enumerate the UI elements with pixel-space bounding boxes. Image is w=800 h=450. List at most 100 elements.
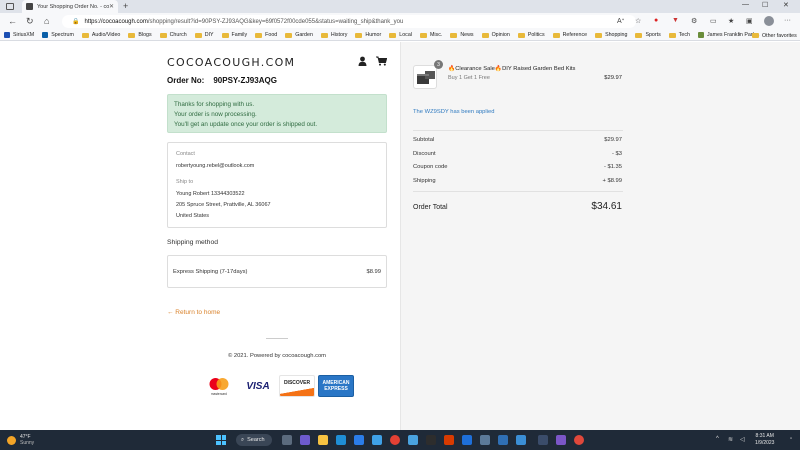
- taskbar: 47°F Sunny ⌕ Search ^ ≋ ◁ 8:31 AM 1/9/202…: [0, 430, 800, 450]
- store-icon[interactable]: [354, 435, 364, 445]
- home-button[interactable]: ⌂: [44, 16, 49, 26]
- minimize-icon[interactable]: —: [742, 1, 749, 8]
- bookmark-folder[interactable]: History: [320, 32, 347, 38]
- back-button[interactable]: ←: [8, 16, 17, 26]
- app-icon[interactable]: [480, 435, 490, 445]
- browser-tab[interactable]: Your Shopping Order No. - coco ✕: [22, 0, 118, 13]
- windows-start-icon[interactable]: [216, 435, 226, 445]
- teams-icon[interactable]: [300, 435, 310, 445]
- taskbar-clock[interactable]: 8:31 AM 1/9/2023: [755, 433, 774, 447]
- shipping-method-name: Express Shipping (7-17days): [173, 269, 248, 275]
- tray-chevron-icon[interactable]: ^: [716, 436, 719, 442]
- bookmark-folder[interactable]: Misc.: [419, 32, 442, 38]
- refresh-button[interactable]: ↻: [26, 16, 34, 27]
- return-home-link[interactable]: ← Return to home: [167, 309, 220, 316]
- bookmark-folder[interactable]: Local: [389, 32, 412, 38]
- url-field[interactable]: 🔒 https://cocoacough.com/shopping/result…: [62, 15, 636, 28]
- order-total-label: Order Total: [413, 204, 448, 211]
- folder-icon: [481, 32, 489, 38]
- profile-avatar[interactable]: [764, 16, 774, 26]
- volume-icon[interactable]: ◁: [740, 436, 745, 443]
- mastercard-logo: mastercard: [201, 375, 237, 397]
- close-tab-icon[interactable]: ✕: [109, 3, 114, 10]
- chrome-icon[interactable]: [390, 435, 400, 445]
- bookmark-folder[interactable]: Family: [221, 32, 247, 38]
- cart-icon[interactable]: [376, 56, 387, 66]
- ship-to-name: Young Robert 13344303522: [176, 191, 245, 197]
- favorites-icon[interactable]: ★: [728, 17, 734, 25]
- mail-icon[interactable]: [372, 435, 382, 445]
- bookmark-james-franklin[interactable]: James Franklin Park...: [697, 32, 760, 38]
- account-icon[interactable]: [358, 56, 367, 66]
- folder-icon: [552, 32, 560, 38]
- bookmark-folder[interactable]: Tech: [668, 32, 690, 38]
- bookmark-folder[interactable]: Reference: [552, 32, 587, 38]
- bookmark-spectrum[interactable]: Spectrum: [42, 32, 74, 38]
- app-icon[interactable]: [426, 435, 436, 445]
- new-tab-button[interactable]: +: [123, 1, 128, 11]
- office-icon[interactable]: [444, 435, 454, 445]
- edge-icon[interactable]: [336, 435, 346, 445]
- bookmark-folder[interactable]: Garden: [285, 32, 313, 38]
- product-thumbnail: [413, 65, 437, 89]
- bookmark-folder[interactable]: Shopping: [595, 32, 627, 38]
- discount-row: Discount - $3: [413, 151, 622, 157]
- file-explorer-icon[interactable]: [318, 435, 328, 445]
- extension-icon[interactable]: ●: [654, 17, 658, 24]
- store-logo[interactable]: COCOACOUGH.COM: [167, 56, 295, 69]
- bookmark-folder[interactable]: Humor: [355, 32, 381, 38]
- bookmark-siriusxm[interactable]: SiriusXM: [4, 32, 34, 38]
- divider: [413, 191, 623, 192]
- more-menu-icon[interactable]: ···: [784, 17, 791, 24]
- ship-to-label: Ship to: [176, 179, 194, 185]
- extensions-icon[interactable]: ⚙: [691, 17, 697, 25]
- notice-line: You'll get an update once your order is …: [174, 121, 318, 128]
- contact-label: Contact: [176, 151, 195, 157]
- bookmark-folder[interactable]: Opinion: [481, 32, 510, 38]
- bookmark-folder[interactable]: Sports: [635, 32, 661, 38]
- folder-icon: [355, 32, 363, 38]
- spectrum-icon: [42, 32, 49, 38]
- other-favorites[interactable]: Other favorites: [752, 30, 797, 41]
- bookmark-folder[interactable]: DIY: [194, 32, 214, 38]
- favorite-star-icon[interactable]: ☆: [635, 17, 641, 25]
- product-price: $29.97: [604, 75, 622, 81]
- close-window-icon[interactable]: ✕: [783, 1, 789, 9]
- visa-logo: VISA: [240, 375, 276, 397]
- shipping-value: + $8.99: [602, 178, 622, 184]
- photos-icon[interactable]: [462, 435, 472, 445]
- ship-to-address: 205 Spruce Street, Prattville, AL 36067: [176, 202, 271, 208]
- search-icon: ⌕: [241, 436, 245, 443]
- tab-actions-icon[interactable]: [6, 3, 14, 10]
- extension-2-icon[interactable]: ▼: [672, 17, 679, 24]
- notice-line: Your order is now processing.: [174, 111, 257, 118]
- folder-icon: [450, 32, 458, 38]
- taskbar-search[interactable]: ⌕ Search: [236, 434, 272, 446]
- read-aloud-icon[interactable]: Aᐩ: [617, 17, 624, 25]
- folder-icon: [81, 32, 89, 38]
- collections-icon[interactable]: ▣: [746, 17, 753, 25]
- bookmark-folder[interactable]: News: [450, 32, 474, 38]
- split-screen-icon[interactable]: ▭: [710, 17, 717, 25]
- maximize-icon[interactable]: ☐: [762, 1, 768, 9]
- contact-email: robertyoung.rebel@outlook.com: [176, 163, 255, 169]
- app-icon[interactable]: [516, 435, 526, 445]
- app-icon[interactable]: [408, 435, 418, 445]
- app-icon[interactable]: [556, 435, 566, 445]
- bookmark-folder[interactable]: Blogs: [128, 32, 152, 38]
- bookmark-folder[interactable]: Food: [255, 32, 277, 38]
- app-icon[interactable]: [538, 435, 548, 445]
- notification-icon[interactable]: ▫: [790, 436, 792, 442]
- bookmark-folder[interactable]: Politics: [517, 32, 545, 38]
- task-view-icon[interactable]: [282, 435, 292, 445]
- url-path: /shopping/result?id=90PSY-ZJ93AQG&key=69…: [147, 18, 404, 25]
- weather-widget[interactable]: 47°F Sunny: [7, 434, 34, 446]
- lock-icon[interactable]: 🔒: [72, 18, 79, 25]
- bookmark-folder[interactable]: Church: [159, 32, 187, 38]
- bookmarks-more-chevron-icon[interactable]: ›: [738, 32, 740, 38]
- folder-icon: [752, 33, 759, 38]
- chrome-icon[interactable]: [574, 435, 584, 445]
- wifi-icon[interactable]: ≋: [728, 436, 733, 443]
- word-icon[interactable]: [498, 435, 508, 445]
- bookmark-folder[interactable]: Audio/Video: [81, 32, 120, 38]
